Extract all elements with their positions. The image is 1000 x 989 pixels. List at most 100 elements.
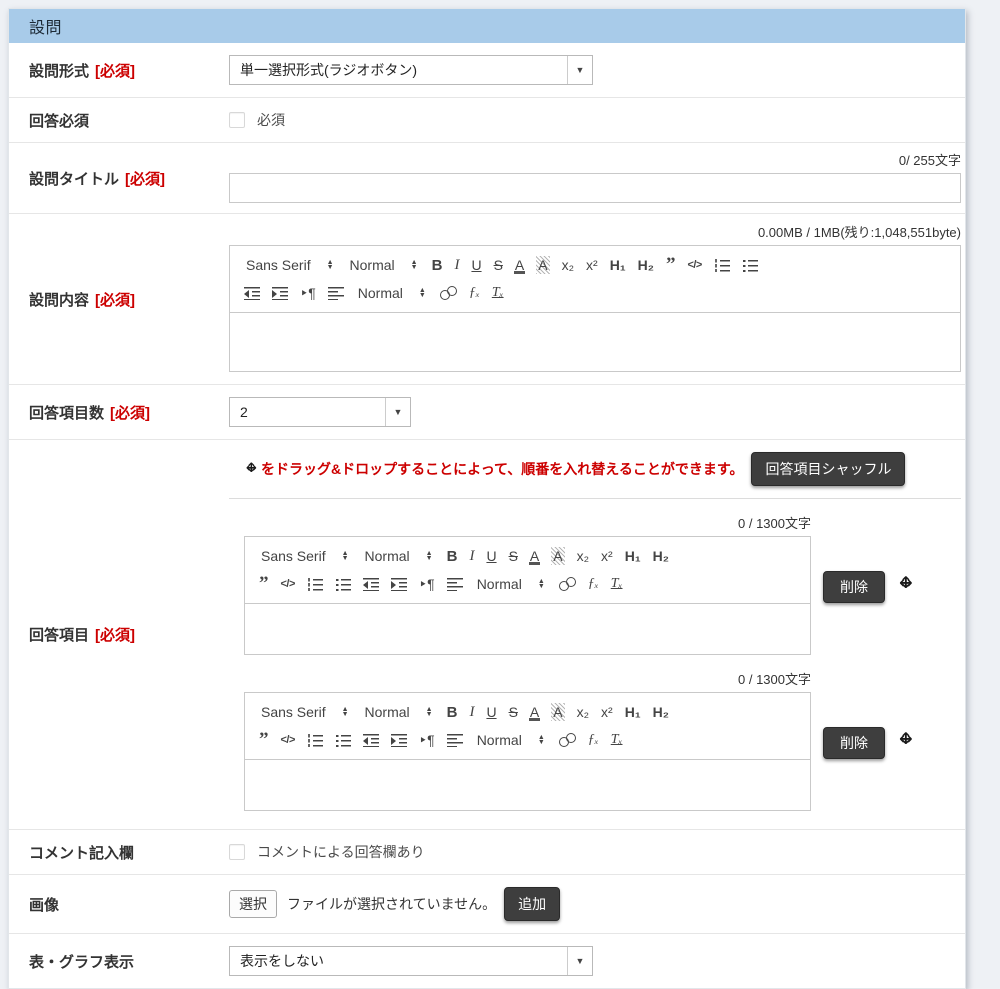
- indent-button[interactable]: [385, 572, 413, 596]
- link-button[interactable]: [434, 281, 463, 305]
- strike-button[interactable]: S: [488, 253, 509, 277]
- italic-button[interactable]: I: [448, 253, 465, 277]
- subscript-button[interactable]: x₂: [571, 700, 595, 724]
- list-bullet-icon: [335, 734, 351, 747]
- outdent-button[interactable]: [357, 572, 385, 596]
- bold-button[interactable]: B: [441, 700, 464, 724]
- background-color-button[interactable]: A: [545, 700, 570, 724]
- size-picker[interactable]: Normal▲▼: [469, 576, 553, 592]
- blockquote-button[interactable]: ”: [660, 253, 682, 277]
- text-color-button[interactable]: A: [524, 700, 545, 724]
- outdent-button[interactable]: [238, 281, 266, 305]
- font-picker[interactable]: Sans Serif▲▼: [253, 704, 357, 720]
- code-block-button[interactable]: </>: [275, 728, 301, 752]
- chevron-down-icon[interactable]: ▼: [567, 56, 592, 84]
- subscript-button[interactable]: x₂: [571, 544, 595, 568]
- size-picker[interactable]: Normal▲▼: [350, 285, 434, 301]
- chevron-down-icon[interactable]: ▼: [567, 947, 592, 975]
- formula-button[interactable]: ƒₓ: [463, 281, 486, 305]
- direction-button[interactable]: ‣¶: [413, 572, 441, 596]
- italic-button[interactable]: I: [463, 700, 480, 724]
- text-color-button[interactable]: A: [509, 253, 530, 277]
- background-color-button[interactable]: A: [530, 253, 555, 277]
- underline-button[interactable]: U: [465, 253, 487, 277]
- header-picker[interactable]: Normal▲▼: [357, 704, 441, 720]
- chevron-down-icon[interactable]: ▼: [385, 398, 410, 426]
- shuffle-items-button[interactable]: 回答項目シャッフル: [751, 452, 905, 486]
- formula-button[interactable]: ƒₓ: [582, 572, 605, 596]
- outdent-icon: [363, 578, 379, 591]
- subscript-button[interactable]: x₂: [556, 253, 580, 277]
- indent-button[interactable]: [266, 281, 294, 305]
- header-picker[interactable]: Normal▲▼: [342, 257, 426, 273]
- strike-button[interactable]: S: [503, 544, 524, 568]
- align-button[interactable]: [441, 728, 469, 752]
- superscript-button[interactable]: x²: [595, 544, 619, 568]
- link-button[interactable]: [553, 572, 582, 596]
- panel-header: 設問: [9, 9, 965, 43]
- delete-item-button[interactable]: 削除: [823, 571, 885, 603]
- add-image-button[interactable]: 追加: [504, 887, 560, 921]
- underline-button[interactable]: U: [480, 700, 502, 724]
- header-2-button[interactable]: H₂: [647, 700, 675, 724]
- indent-icon: [391, 734, 407, 747]
- font-picker[interactable]: Sans Serif▲▼: [253, 548, 357, 564]
- delete-item-button[interactable]: 削除: [823, 727, 885, 759]
- superscript-button[interactable]: x²: [580, 253, 604, 277]
- strike-button[interactable]: S: [503, 700, 524, 724]
- file-select-button[interactable]: 選択: [229, 890, 277, 918]
- size-picker[interactable]: Normal▲▼: [469, 732, 553, 748]
- bold-button[interactable]: B: [441, 544, 464, 568]
- background-color-button[interactable]: A: [545, 544, 570, 568]
- header-1-button[interactable]: H₁: [619, 700, 647, 724]
- editor-content-area[interactable]: [245, 760, 810, 810]
- item-count-select[interactable]: 2 ▼: [229, 397, 411, 427]
- list-bullet-button[interactable]: [329, 728, 357, 752]
- code-block-button[interactable]: </>: [275, 572, 301, 596]
- superscript-button[interactable]: x²: [595, 700, 619, 724]
- item-char-counter: 0 / 1300文字: [229, 513, 811, 532]
- row-graph-display: 表・グラフ表示 表示をしない ▼: [9, 933, 965, 988]
- align-button[interactable]: [322, 281, 350, 305]
- direction-button[interactable]: ‣¶: [413, 728, 441, 752]
- header-picker[interactable]: Normal▲▼: [357, 548, 441, 564]
- move-handle-icon[interactable]: [897, 574, 915, 592]
- picker-arrows-icon: ▲▼: [426, 551, 433, 561]
- outdent-button[interactable]: [357, 728, 385, 752]
- header-1-button[interactable]: H₁: [619, 544, 647, 568]
- align-button[interactable]: [441, 572, 469, 596]
- italic-button[interactable]: I: [463, 544, 480, 568]
- formula-button[interactable]: ƒₓ: [582, 728, 605, 752]
- header-1-button[interactable]: H₁: [604, 253, 632, 277]
- move-handle-icon[interactable]: [897, 730, 915, 748]
- question-format-select[interactable]: 単一選択形式(ラジオボタン) ▼: [229, 55, 593, 85]
- clean-button[interactable]: Tₓ: [605, 728, 629, 752]
- list-ordered-button[interactable]: [708, 253, 736, 277]
- item-count-value: 2: [230, 398, 385, 426]
- comment-field-checkbox[interactable]: [229, 844, 245, 860]
- graph-display-select[interactable]: 表示をしない ▼: [229, 946, 593, 976]
- indent-button[interactable]: [385, 728, 413, 752]
- font-picker[interactable]: Sans Serif▲▼: [238, 257, 342, 273]
- blockquote-button[interactable]: ”: [253, 572, 275, 596]
- blockquote-button[interactable]: ”: [253, 728, 275, 752]
- direction-button[interactable]: ‣¶: [294, 281, 322, 305]
- header-2-button[interactable]: H₂: [632, 253, 660, 277]
- list-bullet-button[interactable]: [736, 253, 764, 277]
- header-2-button[interactable]: H₂: [647, 544, 675, 568]
- clean-button[interactable]: Tₓ: [486, 281, 510, 305]
- label-text: 設問内容: [29, 289, 89, 310]
- editor-content-area[interactable]: [230, 313, 960, 371]
- underline-button[interactable]: U: [480, 544, 502, 568]
- list-bullet-button[interactable]: [329, 572, 357, 596]
- editor-content-area[interactable]: [245, 604, 810, 654]
- text-color-button[interactable]: A: [524, 544, 545, 568]
- clean-button[interactable]: Tₓ: [605, 572, 629, 596]
- bold-button[interactable]: B: [426, 253, 449, 277]
- question-title-input[interactable]: [229, 173, 961, 203]
- code-block-button[interactable]: </>: [681, 253, 707, 277]
- list-ordered-button[interactable]: [301, 728, 329, 752]
- answer-required-checkbox[interactable]: [229, 112, 245, 128]
- list-ordered-button[interactable]: [301, 572, 329, 596]
- link-button[interactable]: [553, 728, 582, 752]
